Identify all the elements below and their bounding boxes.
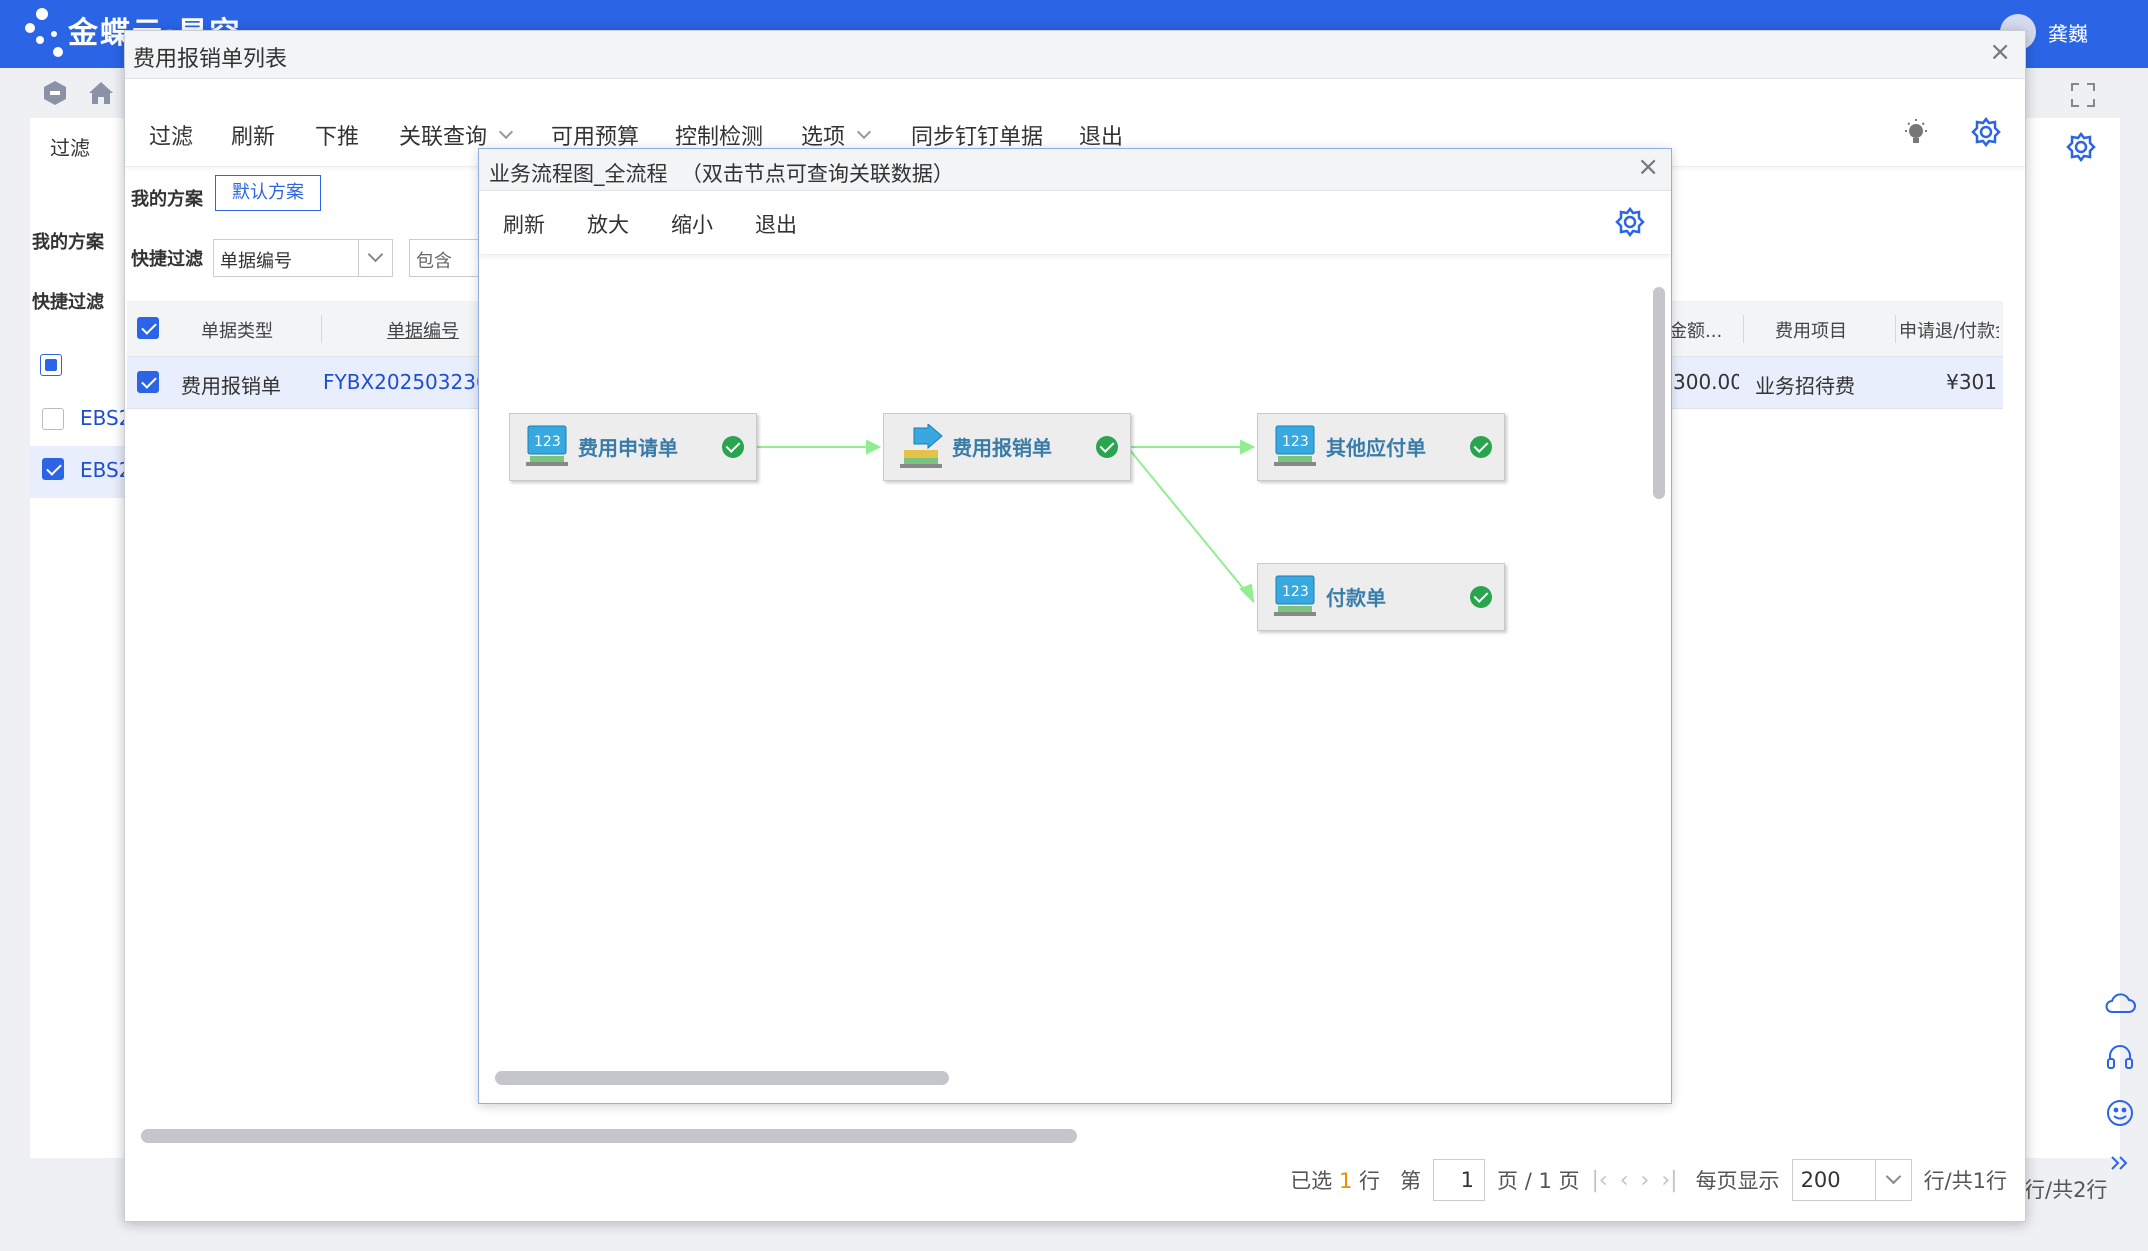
cell-doc-no[interactable]: FYBX20250323000 <box>323 370 483 394</box>
document-number-icon: 123 <box>1274 424 1316 468</box>
column-divider[interactable] <box>1895 315 1896 343</box>
toolbar-sync-dingtalk-button[interactable]: 同步钉钉单据 <box>911 119 1043 151</box>
push-document-icon <box>900 424 944 468</box>
background-my-scheme-label: 我的方案 <box>32 232 104 253</box>
background-row-checkbox-selected[interactable] <box>42 458 64 480</box>
default-scheme-button[interactable]: 默认方案 <box>215 175 321 211</box>
check-circle-icon <box>722 436 744 458</box>
user-name: 龚巍 <box>2048 21 2088 46</box>
selected-count-label: 已选 1 行 <box>1290 1169 1381 1193</box>
modal-settings-icon[interactable] <box>1971 117 2001 147</box>
home-icon[interactable] <box>86 78 116 108</box>
prev-page-icon[interactable]: ‹ <box>1620 1168 1629 1193</box>
page-total: 页 / 1 页 <box>1497 1169 1580 1193</box>
scrollbar-thumb[interactable] <box>1653 287 1665 499</box>
chevron-down-icon <box>856 124 872 140</box>
check-circle-icon <box>1470 586 1492 608</box>
flow-vertical-scrollbar[interactable] <box>1653 277 1665 1067</box>
side-icon-column <box>2104 990 2136 1172</box>
flow-node-expense-reimbursement[interactable]: 费用报销单 <box>883 413 1131 481</box>
background-select-all-checkbox[interactable] <box>40 354 62 376</box>
document-number-icon: 123 <box>526 424 568 468</box>
logo-icon <box>20 4 66 64</box>
fullscreen-icon[interactable] <box>2070 82 2096 108</box>
column-divider[interactable] <box>1743 315 1744 343</box>
check-circle-icon <box>1470 436 1492 458</box>
check-circle-icon <box>1096 436 1118 458</box>
chevron-down-icon <box>498 124 514 140</box>
toolbar-push-down-button[interactable]: 下推 <box>315 119 359 151</box>
background-row-checkbox[interactable] <box>42 408 64 430</box>
quick-filter-label: 快捷过滤 <box>131 249 203 270</box>
scrollbar-thumb[interactable] <box>141 1129 1077 1143</box>
toolbar-control-check-button[interactable]: 控制检测 <box>675 119 763 151</box>
quick-filter-field-value: 单据编号 <box>220 251 292 272</box>
my-scheme-label: 我的方案 <box>131 189 203 210</box>
last-page-icon[interactable]: ›| <box>1661 1168 1677 1193</box>
header-doc-no[interactable]: 单据编号 <box>387 317 459 343</box>
document-number-icon: 123 <box>1274 574 1316 618</box>
total-rows: 行/共1行 <box>1923 1169 2007 1193</box>
flow-node-expense-request[interactable]: 123 费用申请单 <box>509 413 757 481</box>
first-page-icon[interactable]: |‹ <box>1592 1168 1608 1193</box>
select-all-checkbox[interactable] <box>137 317 159 339</box>
background-total-rows: 行/共2行 <box>2024 1178 2108 1202</box>
flow-node-payment[interactable]: 123 付款单 <box>1257 563 1505 631</box>
toolbar-available-budget-button[interactable]: 可用预算 <box>551 119 639 151</box>
scrollbar-thumb[interactable] <box>495 1071 949 1085</box>
svg-text:123: 123 <box>1282 584 1309 600</box>
quick-filter-field-select[interactable]: 单据编号 <box>213 239 393 277</box>
toolbar-filter-button[interactable]: 过滤 <box>149 119 193 151</box>
column-divider[interactable] <box>321 315 322 343</box>
per-page-label: 每页显示 <box>1695 1169 1780 1193</box>
modal-title: 费用报销单列表 <box>133 47 288 72</box>
background-quick-filter-label: 快捷过滤 <box>32 292 104 313</box>
header-amount[interactable]: 金额... <box>1669 317 1722 343</box>
flow-node-other-payable[interactable]: 123 其他应付单 <box>1257 413 1505 481</box>
chevron-down-icon[interactable] <box>358 240 392 276</box>
cell-doc-type: 费用报销单 <box>181 374 281 398</box>
lightbulb-icon[interactable] <box>1901 117 1931 147</box>
cell-refund-amount: ¥301 <box>1946 370 1997 394</box>
next-page-icon[interactable]: › <box>1641 1168 1650 1193</box>
flow-node-label: 付款单 <box>1326 586 1386 610</box>
toolbar-options-button[interactable]: 选项 <box>801 119 872 151</box>
cell-amount: 300.00 <box>1673 370 1739 394</box>
business-flow-dialog: 业务流程图_全流程 （双击节点可查询关联数据） × 刷新 放大 缩小 退出 12… <box>478 148 1672 1104</box>
smile-icon[interactable] <box>2105 1098 2135 1128</box>
svg-text:123: 123 <box>534 434 561 450</box>
per-page-select[interactable]: 200 <box>1791 1159 1912 1201</box>
toolbar-exit-button[interactable]: 退出 <box>1079 119 1123 151</box>
per-page-value: 200 <box>1800 1168 1841 1192</box>
modal-title-bar[interactable]: 费用报销单列表 × <box>125 31 2025 79</box>
selected-count: 1 <box>1338 1169 1353 1193</box>
row-checkbox[interactable] <box>137 371 159 393</box>
page-prefix: 第 <box>1400 1169 1422 1193</box>
quick-filter-operator-value: 包含 <box>416 251 452 272</box>
refresh-nav-icon[interactable] <box>40 78 70 108</box>
toolbar-related-query-button[interactable]: 关联查询 <box>399 119 514 151</box>
page-number-input[interactable]: 1 <box>1433 1159 1486 1201</box>
header-expense-item[interactable]: 费用项目 <box>1775 317 1847 343</box>
background-filter-tab[interactable]: 过滤 <box>50 132 90 161</box>
double-chevron-icon[interactable] <box>2109 1154 2131 1172</box>
svg-text:123: 123 <box>1282 434 1309 450</box>
pager: 已选 1 行 第 1 页 / 1 页 |‹ ‹ › ›| 每页显示 200 行/… <box>1290 1159 2007 1201</box>
background-settings-icon[interactable] <box>2066 132 2096 162</box>
flow-node-label: 其他应付单 <box>1326 436 1426 460</box>
flow-node-label: 费用申请单 <box>578 436 678 460</box>
flow-horizontal-scrollbar[interactable] <box>495 1071 1645 1085</box>
flow-node-label: 费用报销单 <box>952 436 1052 460</box>
toolbar-refresh-button[interactable]: 刷新 <box>231 119 275 151</box>
cell-expense-item: 业务招待费 <box>1755 374 1855 398</box>
modal-close-icon[interactable]: × <box>1989 37 2011 67</box>
header-refund-amount[interactable]: 申请退/付款金 <box>1899 317 1999 343</box>
headset-icon[interactable] <box>2105 1042 2135 1072</box>
header-doc-type[interactable]: 单据类型 <box>201 317 273 343</box>
grid-horizontal-scrollbar[interactable] <box>141 1129 2001 1143</box>
cloud-icon[interactable] <box>2104 990 2136 1016</box>
quick-filter-operator-select[interactable]: 包含 <box>409 239 489 277</box>
chevron-down-icon[interactable] <box>1874 1160 1911 1200</box>
